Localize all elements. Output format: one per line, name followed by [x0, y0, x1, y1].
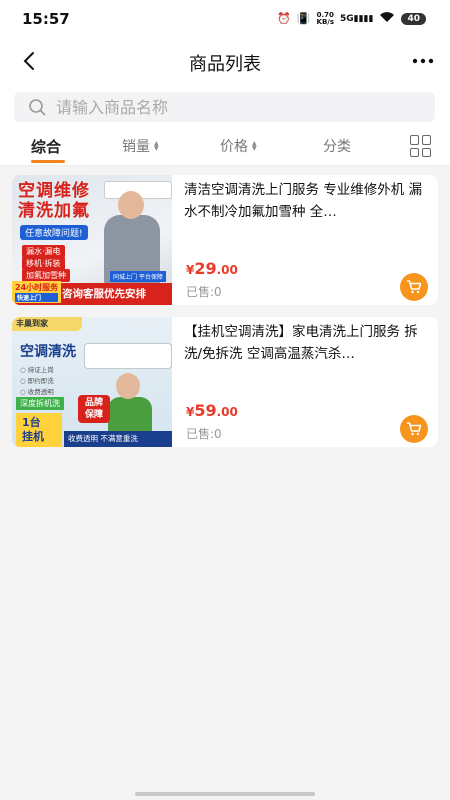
product-image[interactable]: 丰巢到家 空调清洗 ○ 持证上岗 ○ 即约即洗 ○ 收费透明 深度拆机洗 1台 …: [12, 317, 172, 447]
vibrate-icon: 📳: [296, 12, 311, 25]
signal-icon: 5G▮▮▮▮: [340, 13, 374, 24]
search-input[interactable]: [56, 97, 396, 117]
technician-head: [116, 373, 140, 399]
image-brand: 丰巢到家: [12, 317, 82, 331]
sort-arrows-icon: ▲ ▼: [252, 140, 257, 152]
grid-view-icon[interactable]: [410, 135, 432, 157]
sold-count: 已售:0: [186, 427, 222, 441]
tab-label: 价格: [220, 139, 248, 155]
add-to-cart-button[interactable]: [400, 415, 428, 443]
image-deep-clean-tag: 深度拆机洗: [16, 397, 64, 410]
status-time: 15:57: [22, 10, 70, 28]
tab-category[interactable]: 分类: [323, 136, 351, 156]
product-title[interactable]: 清洁空调清洗上门服务 专业维修外机 漏水不制冷加氟加雪种 全…: [184, 179, 424, 223]
tab-label: 分类: [323, 139, 351, 155]
image-hours: 24小时服务 快速上门: [12, 281, 62, 303]
search-box[interactable]: [14, 92, 435, 122]
signal-label: 5G: [340, 13, 354, 24]
home-indicator[interactable]: [135, 792, 315, 796]
page-title: 商品列表: [189, 54, 261, 75]
technician-head: [118, 191, 144, 219]
image-unit-box: 1台 挂机: [16, 413, 62, 447]
status-icons: ⏰ 📳 0.70 KB/s 5G▮▮▮▮ 40: [277, 11, 426, 26]
tab-comprehensive[interactable]: 综合: [31, 136, 61, 157]
product-price: ¥59.00: [186, 401, 238, 420]
status-bar: 15:57 ⏰ 📳 0.70 KB/s 5G▮▮▮▮ 40: [0, 0, 450, 38]
price-integer: 59: [194, 401, 217, 420]
tab-label: 销量: [122, 139, 150, 155]
cart-icon: [407, 280, 422, 294]
image-brand-badge: 品牌 保障: [78, 395, 110, 423]
product-image[interactable]: 空调维修 清洗加氟 任意故障问题! 漏水·漏电 移机·拆装 加氟加雪种 同城上门…: [12, 175, 172, 305]
price-decimal: .00: [216, 263, 238, 277]
product-card[interactable]: 丰巢到家 空调清洗 ○ 持证上岗 ○ 即约即洗 ○ 收费透明 深度拆机洗 1台 …: [12, 317, 438, 447]
search-bar: [0, 84, 450, 128]
product-title[interactable]: 【挂机空调清洗】家电清洗上门服务 拆洗/免拆洗 空调高温蒸汽杀…: [184, 321, 424, 365]
cart-icon: [407, 422, 422, 436]
image-bottom-banner: 收费透明 不满意重洗: [64, 431, 172, 447]
net-speed-unit: KB/s: [316, 17, 334, 26]
more-dots-icon: [412, 58, 434, 64]
wifi-icon: [379, 11, 395, 26]
sort-tabs: 综合 销量 ▲ ▼ 价格 ▲ ▼ 分类: [0, 128, 450, 166]
net-speed: 0.70 KB/s: [316, 11, 334, 26]
battery-icon: 40: [401, 12, 426, 25]
tab-label: 综合: [31, 138, 62, 156]
alarm-icon: ⏰: [277, 12, 291, 25]
search-icon: [29, 99, 46, 116]
active-tab-indicator: [31, 160, 65, 163]
price-decimal: .00: [216, 405, 238, 419]
price-integer: 29: [194, 259, 217, 278]
header: 商品列表: [0, 38, 450, 84]
add-to-cart-button[interactable]: [400, 273, 428, 301]
air-conditioner-graphic: [84, 343, 172, 369]
product-card[interactable]: 空调维修 清洗加氟 任意故障问题! 漏水·漏电 移机·拆装 加氟加雪种 同城上门…: [12, 175, 438, 305]
tab-price[interactable]: 价格 ▲ ▼: [220, 136, 257, 156]
image-headline: 空调清洗: [20, 344, 76, 360]
image-guarantee: 同城上门 平台保障: [110, 271, 166, 282]
image-feature-list: ○ 持证上岗 ○ 即约即洗 ○ 收费透明: [20, 366, 54, 396]
sort-arrows-icon: ▲ ▼: [154, 140, 159, 152]
product-price: ¥29.00: [186, 259, 238, 278]
image-badge: 任意故障问题!: [20, 225, 88, 240]
tab-sales[interactable]: 销量 ▲ ▼: [122, 136, 159, 156]
sold-count: 已售:0: [186, 285, 222, 299]
image-headline: 空调维修 清洗加氟: [18, 181, 90, 221]
more-button[interactable]: [410, 48, 436, 74]
